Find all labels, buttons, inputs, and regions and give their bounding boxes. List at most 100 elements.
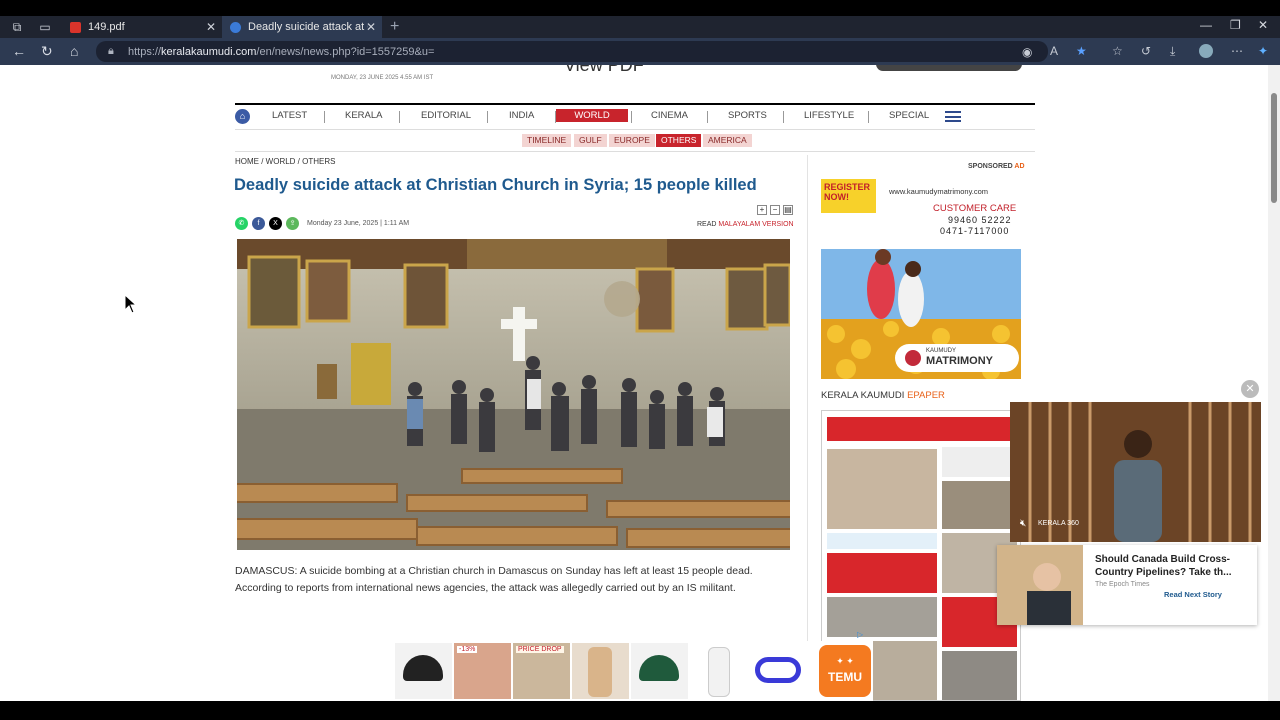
tab-title: Deadly suicide attack at Christian [248, 21, 368, 33]
view-pdf-link[interactable]: View PDF [564, 65, 644, 76]
new-tab-icon[interactable]: + [390, 18, 399, 36]
facebook-icon[interactable]: f [252, 217, 265, 230]
ad-product-pants[interactable]: -13% [454, 643, 511, 699]
article-photo [237, 239, 790, 550]
back-icon[interactable]: ← [12, 43, 26, 59]
pdf-icon [70, 21, 81, 33]
temu-ad[interactable]: ✦ ✦ TEMU [819, 645, 871, 697]
os-top-strip [0, 0, 1280, 16]
article-date: Monday 23 June, 2025 | 1:11 AM [307, 220, 410, 227]
home-icon[interactable]: ⌂ [70, 43, 78, 59]
nav-divider [783, 111, 784, 123]
url-field[interactable]: 🔒︎ https://keralakaumudi.com/en/news/new… [96, 41, 1048, 62]
os-bottom-strip [0, 701, 1280, 720]
x-icon[interactable]: X [269, 217, 282, 230]
nav-latest[interactable]: LATEST [272, 110, 307, 121]
video-close-icon[interactable]: ✕ [1241, 380, 1259, 398]
browser-tab-bar: ⧉ ▭ 149.pdf ✕ Deadly suicide attack at C… [0, 16, 1280, 38]
zoom-in-icon[interactable]: + [757, 205, 767, 215]
nav-cinema[interactable]: CINEMA [651, 110, 688, 121]
favorite-star-icon[interactable]: ★ [1076, 44, 1087, 58]
main-nav: ⌂ LATEST KERALA EDITORIAL INDIA WORLD CI… [235, 106, 1035, 128]
sponsored-label: SPONSORED AD [968, 163, 1025, 170]
column-divider [807, 155, 808, 701]
read-aloud-icon[interactable]: A [1050, 44, 1058, 58]
nav-special[interactable]: SPECIAL [889, 110, 929, 121]
article-body: DAMASCUS: A suicide bombing at a Christi… [235, 565, 753, 594]
header-button[interactable] [876, 65, 1022, 71]
subnav-bottom-rule [235, 151, 1035, 152]
tab-title: 149.pdf [88, 21, 125, 33]
subnav-gulf[interactable]: GULF [574, 134, 607, 147]
copilot-icon[interactable]: ✦ [1258, 44, 1268, 58]
ad-brand-small: KAUMUDY [926, 348, 957, 354]
read-next-story-link[interactable]: Read Next Story [1164, 590, 1222, 599]
video-brand: KERALA 360 [1038, 520, 1079, 527]
tab-pdf[interactable]: 149.pdf ✕ [62, 16, 222, 38]
page-scrollbar[interactable] [1268, 65, 1280, 701]
print-icon[interactable]: ▤ [783, 205, 793, 215]
address-bar-row: ← ↻ ⌂ 🔒︎ https://keralakaumudi.com/en/ne… [0, 38, 1280, 65]
nav-lifestyle[interactable]: LIFESTYLE [804, 110, 854, 121]
ad-product-cap[interactable] [395, 643, 452, 699]
ad-choices-icon[interactable]: ▷ [857, 630, 867, 640]
maximize-icon[interactable]: ❐ [1230, 18, 1241, 32]
matrimony-ad[interactable]: REGISTER NOW! www.kaumudymatrimony.com C… [821, 179, 1021, 379]
close-icon[interactable]: ✕ [206, 20, 216, 34]
profile-avatar[interactable] [1199, 44, 1213, 58]
zoom-out-icon[interactable]: − [770, 205, 780, 215]
subnav-rule [235, 129, 1035, 130]
share-icon[interactable]: ⇪ [286, 217, 299, 230]
ad-product-vr-mask[interactable] [749, 643, 806, 699]
nav-world[interactable]: WORLD [556, 109, 628, 122]
subnav-timeline[interactable]: TIMELINE [522, 134, 572, 147]
workspaces-icon[interactable]: ⧉ [10, 20, 24, 34]
read-version-link[interactable]: READ MALAYALAM VERSION [697, 221, 794, 228]
nav-divider [631, 111, 632, 123]
tab-article[interactable]: Deadly suicide attack at Christian ✕ [222, 16, 382, 38]
whatsapp-icon[interactable]: ✆ [235, 217, 248, 230]
temu-logo-icon: ✦ ✦ [836, 656, 854, 666]
site-favicon-icon [230, 21, 241, 33]
subnav-europe[interactable]: EUROPE [609, 134, 655, 147]
ad-product-green-cap[interactable] [631, 643, 688, 699]
ad-site: www.kaumudymatrimony.com [889, 187, 989, 196]
nav-kerala[interactable]: KERALA [345, 110, 383, 121]
scrollbar-thumb[interactable] [1271, 93, 1277, 203]
url-text: https://keralakaumudi.com/en/news/news.p… [128, 46, 435, 58]
product-ad-strip[interactable]: -13% PRICE DROP [393, 641, 873, 701]
nav-divider [487, 111, 488, 123]
tab-actions-icon[interactable]: ▭ [38, 20, 52, 34]
menu-hamburger-icon[interactable] [945, 111, 961, 122]
downloads-icon[interactable]: ⤓ [1170, 44, 1175, 59]
subnav-america[interactable]: AMERICA [703, 134, 752, 147]
tracking-prevention-icon[interactable]: ◉ [1022, 45, 1032, 59]
home-nav-icon[interactable]: ⌂ [235, 109, 250, 124]
ad-product-boots[interactable]: PRICE DROP [513, 643, 570, 699]
favorites-icon[interactable]: ☆ [1112, 44, 1123, 58]
nav-top-rule [235, 103, 1035, 105]
nav-india[interactable]: INDIA [509, 110, 534, 121]
history-icon[interactable]: ↺ [1141, 44, 1151, 58]
close-icon[interactable]: ✕ [366, 20, 376, 34]
window-close-icon[interactable]: ✕ [1258, 18, 1268, 32]
refresh-icon[interactable]: ↻ [41, 43, 53, 60]
nav-editorial[interactable]: EDITORIAL [421, 110, 471, 121]
ad-product-shapewear[interactable] [572, 643, 629, 699]
minimize-icon[interactable]: — [1200, 18, 1212, 32]
subnav-others[interactable]: OTHERS [656, 134, 702, 147]
lock-icon[interactable]: 🔒︎ [108, 45, 114, 58]
nav-sports[interactable]: SPORTS [728, 110, 767, 121]
nav-divider [324, 111, 325, 123]
mute-icon[interactable]: 🔇︎ [1020, 518, 1026, 529]
epaper-label[interactable]: KERALA KAUMUDI EPAPER [821, 390, 945, 401]
next-story-source: The Epoch Times [1095, 581, 1150, 588]
next-story-title[interactable]: Should Canada Build Cross-Country Pipeli… [1095, 553, 1245, 579]
ad-product-bodysuit[interactable] [690, 643, 747, 699]
top-date: MONDAY, 23 JUNE 2025 4.55 AM IST [331, 75, 434, 81]
floating-video-player[interactable]: 🔇︎ KERALA 360 [1010, 402, 1261, 542]
next-story-card[interactable]: Should Canada Build Cross-Country Pipeli… [997, 545, 1257, 625]
breadcrumb[interactable]: HOME / WORLD / OTHERS [235, 157, 335, 166]
nav-divider [399, 111, 400, 123]
more-options-icon[interactable]: ⋯ [1231, 44, 1243, 58]
